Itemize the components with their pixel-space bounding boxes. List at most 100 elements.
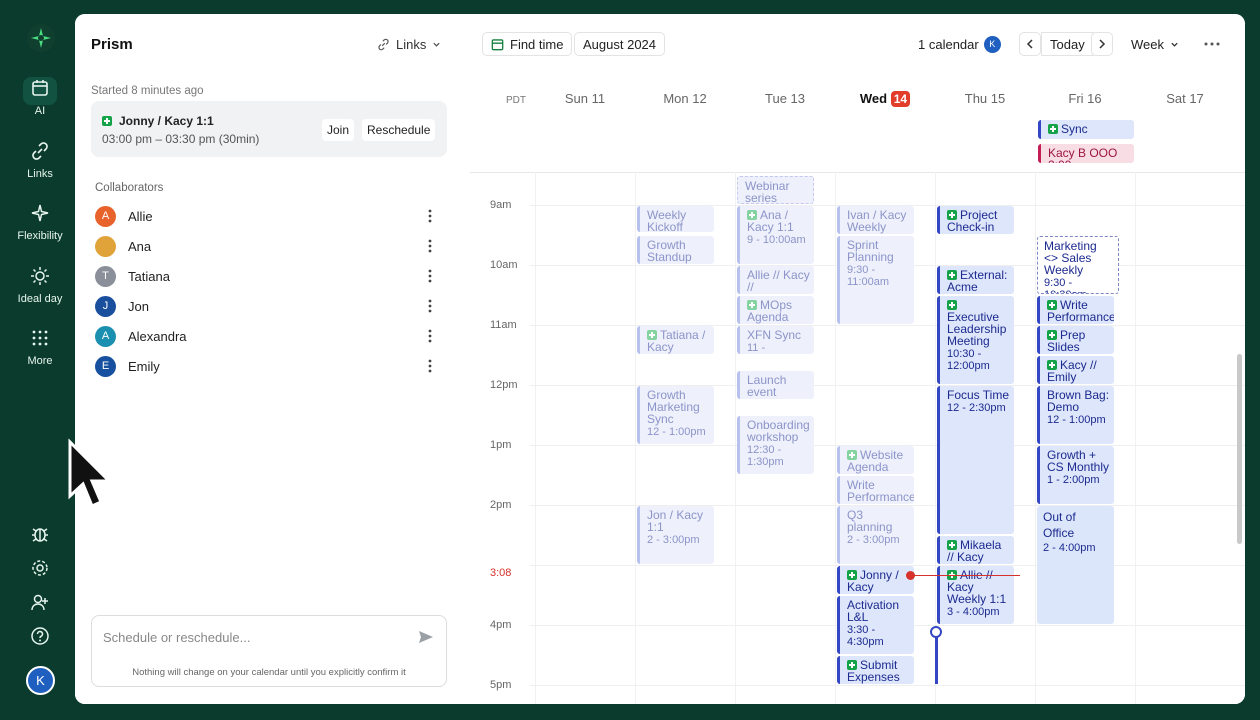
calendar-event[interactable]: Jon / Kacy 1:1 2 - 3:00pm [637,506,714,564]
calendar-scrollbar[interactable] [1237,354,1242,544]
meeting-icon [1048,124,1058,134]
find-time-button[interactable]: Find time [482,32,573,56]
more-options-icon[interactable] [1204,42,1220,46]
calendar-event[interactable]: Jonny / Kacy [837,566,914,594]
current-time-dot [906,571,915,580]
event-time: 2 - 4:00pm [1043,542,1096,554]
calendar-event[interactable]: Prep Slides [1037,326,1114,354]
today-button[interactable]: Today [1041,32,1094,56]
calendar-event[interactable]: XFN Sync 11 - [737,326,814,354]
calendar-event[interactable]: Write Performance [837,476,914,504]
calendars-label: 1 calendar [918,36,979,52]
calendar-event[interactable]: Project Check-in [937,206,1014,234]
collaborator-row[interactable]: A Allie [95,205,440,227]
view-select[interactable]: Week [1123,32,1187,56]
collaborator-avatar: T [95,265,116,287]
calendar-event[interactable]: Kacy B OOO 2:00 [1038,144,1134,163]
rail-item-ideal-day[interactable]: Ideal day [0,265,80,305]
day-header-wed[interactable]: Wed 14 [835,91,935,107]
calendar-event[interactable]: Launch event [737,371,814,399]
rail-item-links[interactable]: Links [0,140,80,180]
event-title: Marketing <> Sales Weekly [1044,239,1097,277]
meeting-icon [847,570,857,580]
day-header-sat[interactable]: Sat 17 [1135,91,1235,106]
kebab-menu-icon[interactable] [428,359,432,373]
collaborator-row[interactable]: Ana [95,235,440,257]
calendar-event[interactable]: Weekly Kickoff [637,206,714,232]
calendar-event[interactable]: Webinar series [737,176,814,204]
calendar-event[interactable]: External: Acme [937,266,1014,294]
calendar-event[interactable]: Sync [1038,120,1134,139]
rail-item-more[interactable]: More [0,327,80,367]
next-week-button[interactable] [1091,32,1113,56]
kebab-menu-icon[interactable] [428,239,432,253]
day-header-fri[interactable]: Fri 16 [1035,91,1135,106]
reschedule-button[interactable]: Reschedule [362,119,436,141]
calendar-event[interactable]: Ivan / Kacy Weekly [837,206,914,234]
app-window: Prism Links Started 8 minutes ago Jonny … [75,14,1245,704]
kebab-menu-icon[interactable] [428,209,432,223]
current-time-label: 3:08 [490,567,512,579]
kebab-menu-icon[interactable] [428,299,432,313]
calendar-event[interactable]: Out of Office 2 - 4:00pm [1037,506,1114,624]
add-user-icon[interactable] [30,592,50,612]
calendar-event[interactable]: Onboarding workshop 12:30 - 1:30pm [737,416,814,474]
day-header-sun[interactable]: Sun 11 [535,91,635,106]
timezone-label: PDT [506,95,526,106]
calendar-event[interactable]: Focus Time 12 - 2:30pm [937,386,1014,534]
calendar-event[interactable]: Q3 planning 2 - 3:00pm [837,506,914,564]
event-time: 9:30 - 10:30am [1044,277,1087,293]
prev-week-button[interactable] [1019,32,1041,56]
send-icon[interactable] [418,630,434,644]
app-logo-icon[interactable] [27,24,55,52]
hour-label: 9am [490,199,512,211]
collaborator-avatar: J [95,295,116,317]
composer-input[interactable]: Schedule or reschedule... [103,630,250,645]
rail-item-ai[interactable]: AI [0,77,80,117]
collaborator-row[interactable]: T Tatiana [95,265,440,287]
calendar-event[interactable]: Sprint Planning 9:30 - 11:00am [837,236,914,324]
sparkle-icon [23,202,57,230]
calendar-event[interactable]: Website Agenda [837,446,914,474]
help-icon[interactable] [30,626,50,646]
calendar-event[interactable]: Tatiana / Kacy [637,326,714,354]
hour-label: 11am [490,319,517,331]
calendar-event[interactable]: Marketing <> Sales Weekly9:30 - 10:30am [1037,236,1119,294]
calendar-event[interactable]: Executive Leadership Meeting 10:30 - 12:0… [937,296,1014,384]
view-select-value: Week [1131,36,1164,52]
calendar-event[interactable]: Activation L&L 3:30 - 4:30pm [837,596,914,654]
calendar-event[interactable]: Brown Bag: Demo 12 - 1:00pm [1037,386,1114,444]
calendar-event[interactable]: Allie // Kacy // [737,266,814,294]
collaborator-name: Emily [128,358,160,374]
event-time: 12 - 1:00pm [1047,414,1106,426]
drag-handle[interactable] [930,626,942,638]
calendar-event[interactable]: Mikaela // Kacy [937,536,1014,564]
calendar-event[interactable]: Growth Standup [637,236,714,264]
bug-icon[interactable] [30,524,50,544]
kebab-menu-icon[interactable] [428,269,432,283]
user-avatar[interactable]: K [26,666,55,695]
collaborator-row[interactable]: A Alexandra [95,325,440,347]
gear-icon[interactable] [30,558,50,578]
calendar-event[interactable]: Write Performance [1037,296,1114,324]
month-button[interactable]: August 2024 [574,32,666,56]
current-event-title: Jonny / Kacy 1:1 [119,114,214,128]
join-button[interactable]: Join [322,119,355,141]
calendar-event[interactable]: Ana / Kacy 1:1 9 - 10:00am [737,206,814,264]
collaborator-row[interactable]: J Jon [95,295,440,317]
kebab-menu-icon[interactable] [428,329,432,343]
calendar-event[interactable]: Kacy // Emily [1037,356,1114,384]
rail-item-flexibility[interactable]: Flexibility [0,202,80,242]
collaborator-row[interactable]: E Emily [95,355,440,377]
collaborators-heading: Collaborators [95,182,164,194]
day-header-thu[interactable]: Thu 15 [935,91,1035,106]
meeting-icon [1047,300,1057,310]
calendar-event[interactable]: MOps Agenda [737,296,814,324]
calendar-event[interactable]: Submit Expenses [837,656,914,684]
calendar-event[interactable]: Growth + CS Monthly 1 - 2:00pm [1037,446,1114,504]
links-button[interactable]: Links [369,32,449,56]
calendar-event[interactable]: Growth Marketing Sync 12 - 1:00pm [637,386,714,444]
calendars-button[interactable]: 1 calendar K [910,32,1009,56]
day-header-mon[interactable]: Mon 12 [635,91,735,106]
day-header-tue[interactable]: Tue 13 [735,91,835,106]
